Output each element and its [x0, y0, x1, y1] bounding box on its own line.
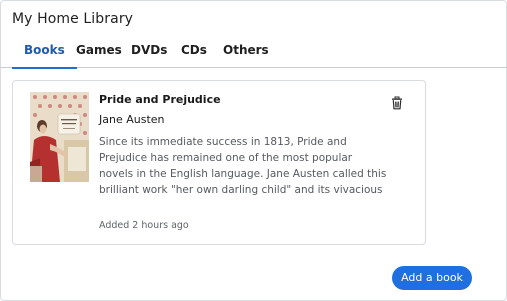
tab-dvds[interactable]: DVDs — [131, 38, 167, 68]
add-book-button[interactable]: Add a book — [392, 266, 472, 290]
tab-bar: Books Games DVDs CDs Others — [0, 38, 507, 69]
book-added-time: Added 2 hours ago — [99, 220, 189, 231]
tab-games[interactable]: Games — [76, 38, 122, 68]
book-description: Since its immediate success in 1813, Pri… — [99, 136, 387, 196]
app-title: My Home Library — [12, 11, 134, 27]
tab-books[interactable]: Books — [12, 38, 77, 69]
tab-others[interactable]: Others — [223, 38, 269, 68]
tab-cds[interactable]: CDs — [181, 38, 207, 68]
book-cover-image — [30, 92, 89, 182]
book-card[interactable]: Pride and Prejudice Jane Austen Since it… — [12, 80, 426, 245]
trash-icon[interactable] — [390, 95, 404, 110]
book-author: Jane Austen — [99, 113, 165, 126]
book-title[interactable]: Pride and Prejudice — [99, 93, 221, 106]
